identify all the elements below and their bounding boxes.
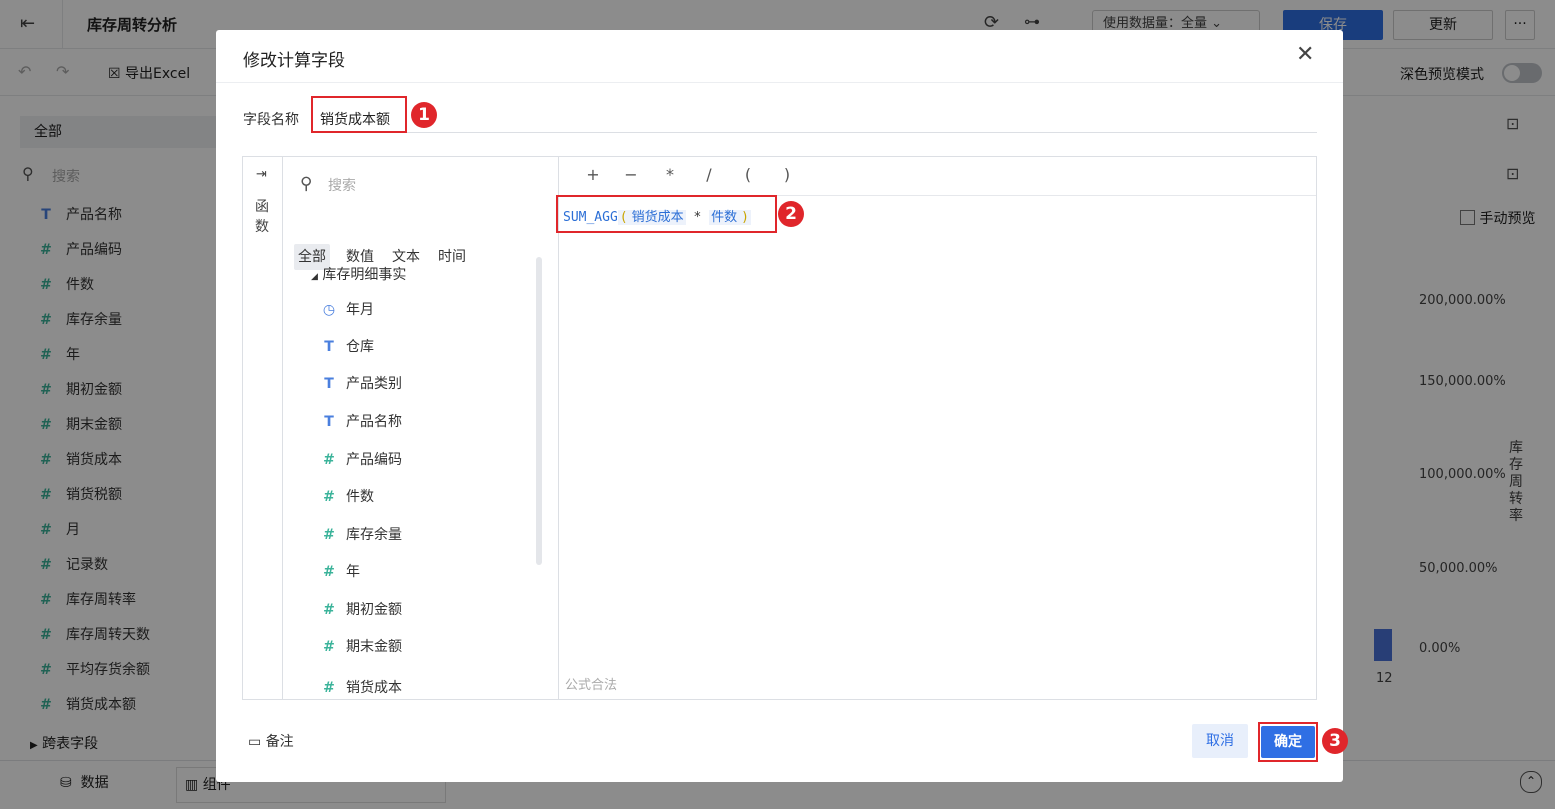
tree-item-label: 年月 — [346, 302, 374, 318]
expand-icon[interactable]: ⇥ — [256, 167, 267, 182]
tree-item-clipped[interactable]: # 销货成本 — [320, 670, 550, 698]
clock-icon: ◷ — [322, 302, 336, 318]
annotation-box-2 — [556, 195, 777, 233]
tree-item[interactable]: ◷ 年月 — [320, 292, 374, 329]
field-name-label: 字段名称 — [243, 112, 299, 128]
tree-root-label: 库存明细事实 — [322, 267, 407, 283]
operator-divide-button[interactable]: / — [697, 165, 721, 184]
tree-search-input[interactable]: 搜索 — [328, 175, 356, 195]
tree-item[interactable]: T 产品类别 — [320, 366, 402, 403]
close-icon[interactable]: ✕ — [1296, 42, 1314, 67]
annotation-badge-3: 3 — [1322, 728, 1348, 754]
operator-minus-button[interactable]: − — [619, 165, 643, 184]
operator-multiply-button[interactable]: * — [658, 165, 682, 184]
tree-item-label: 库存余量 — [346, 527, 402, 543]
tree-item-label: 期初金额 — [346, 602, 402, 618]
formula-editor[interactable]: SUM_AGG(销货成本 * 件数) 公式合法 — [558, 196, 1316, 699]
dialog-title: 修改计算字段 — [243, 51, 345, 71]
field-name-input[interactable]: 销货成本额 — [314, 104, 1317, 133]
number-type-icon: # — [323, 639, 335, 655]
tree-item[interactable]: # 期初金额 — [320, 592, 402, 629]
tree-item-label: 产品编码 — [346, 452, 402, 468]
tree-item[interactable]: # 产品编码 — [320, 442, 402, 479]
number-type-icon: # — [323, 564, 335, 580]
cancel-button[interactable]: 取消 — [1192, 724, 1248, 758]
tree-item-label: 产品名称 — [346, 414, 402, 430]
formula-status: 公式合法 — [565, 678, 618, 693]
function-tab[interactable]: 函数 — [255, 197, 271, 237]
text-type-icon: T — [324, 376, 334, 392]
text-type-icon: T — [324, 414, 334, 430]
category-time[interactable]: 时间 — [434, 244, 470, 270]
number-type-icon: # — [323, 680, 335, 696]
scrollbar[interactable] — [536, 257, 542, 565]
operator-close-paren-button[interactable]: ) — [775, 165, 799, 184]
annotation-box-3 — [1258, 722, 1318, 762]
annotation-badge-2: 2 — [778, 201, 804, 227]
tree-item-label: 仓库 — [346, 339, 374, 355]
operator-open-paren-button[interactable]: ( — [736, 165, 760, 184]
remark-button[interactable]: ▭ 备注 — [248, 731, 294, 751]
tree-item-label: 件数 — [346, 489, 374, 505]
tree-item[interactable]: # 期末金额 — [320, 629, 402, 666]
number-type-icon: # — [323, 527, 335, 543]
tree-item[interactable]: T 产品名称 — [320, 404, 402, 441]
edit-calc-field-dialog: 修改计算字段 ✕ 字段名称 销货成本额 1 ⇥ 函数 ⚲ 搜索 全部 数值 文本… — [216, 30, 1348, 782]
number-type-icon: # — [323, 489, 335, 505]
tree-item[interactable]: # 库存余量 — [320, 517, 402, 554]
annotation-badge-1: 1 — [411, 102, 437, 128]
annotation-box-1 — [311, 96, 407, 133]
tree-item-label: 产品类别 — [346, 376, 402, 392]
text-type-icon: T — [324, 339, 334, 355]
remark-label: 备注 — [265, 734, 294, 750]
number-type-icon: # — [323, 602, 335, 618]
tree-item-label: 年 — [346, 564, 360, 580]
tree-item[interactable]: # 件数 — [320, 479, 374, 516]
tree-item[interactable]: # 销货成本 — [320, 670, 402, 698]
search-icon: ⚲ — [300, 174, 313, 194]
tree-item[interactable]: T 仓库 — [320, 329, 374, 366]
tree-item[interactable]: # 年 — [320, 554, 360, 591]
tree-item-label: 销货成本 — [346, 680, 402, 696]
tree-item-label: 期末金额 — [346, 639, 402, 655]
number-type-icon: # — [323, 452, 335, 468]
comment-icon: ▭ — [248, 734, 262, 750]
operator-plus-button[interactable]: + — [581, 165, 605, 184]
tree-root[interactable]: ◢ 库存明细事实 — [311, 264, 406, 284]
caret-down-icon: ◢ — [311, 272, 318, 282]
function-tab-strip: ⇥ 函数 — [243, 157, 283, 699]
